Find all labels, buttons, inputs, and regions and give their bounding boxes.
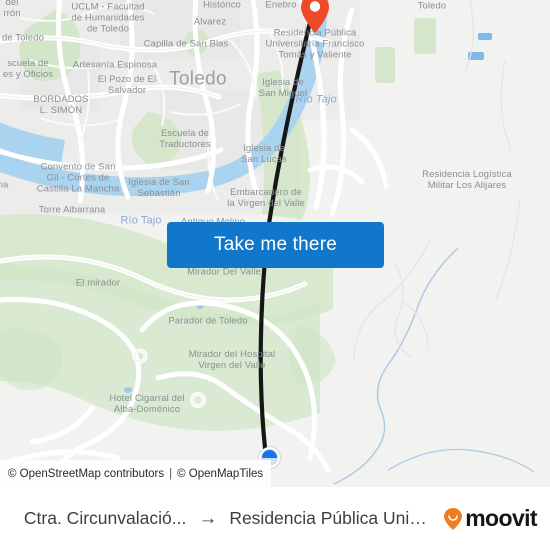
map-canvas[interactable]: del rrón UCLM - Facultad de Humanidades d… [0,0,550,487]
route-footer-bar: Ctra. Circunvalació... → Residencia Públ… [0,487,550,550]
moovit-pin-icon [444,507,463,530]
openmaptiles-attribution-link[interactable]: © OpenMapTiles [177,468,263,480]
osm-attribution-link[interactable]: © OpenStreetMap contributors [8,468,164,480]
route-origin-label: Ctra. Circunvalació... [23,508,187,528]
arrow-right-icon: → [198,507,218,529]
attribution-separator: | [169,467,173,480]
route-summary[interactable]: Ctra. Circunvalació... → Residencia Públ… [10,508,443,530]
destination-pin-icon[interactable] [300,0,330,34]
moovit-map-screen: del rrón UCLM - Facultad de Humanidades d… [0,0,550,550]
map-attribution: © OpenStreetMap contributors | © OpenMap… [0,460,272,487]
moovit-wordmark: moovit [465,505,537,531]
route-destination-label: Residencia Pública Universita... [229,508,430,528]
take-me-there-button[interactable]: Take me there [167,222,384,268]
moovit-logo[interactable]: moovit [443,505,540,532]
